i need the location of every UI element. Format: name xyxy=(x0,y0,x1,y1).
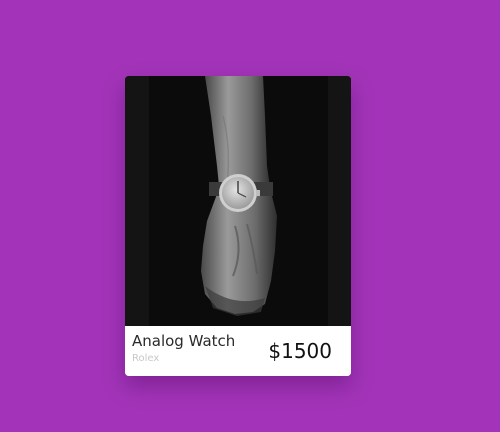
product-brand: Rolex xyxy=(132,353,160,364)
product-price: $1500 xyxy=(268,339,332,363)
product-card[interactable]: Analog Watch Rolex $1500 xyxy=(125,76,351,376)
product-image xyxy=(125,76,351,326)
wrist-watch-photo-icon xyxy=(125,76,351,326)
product-info: Analog Watch Rolex $1500 xyxy=(125,326,351,376)
product-name: Analog Watch xyxy=(132,332,236,350)
